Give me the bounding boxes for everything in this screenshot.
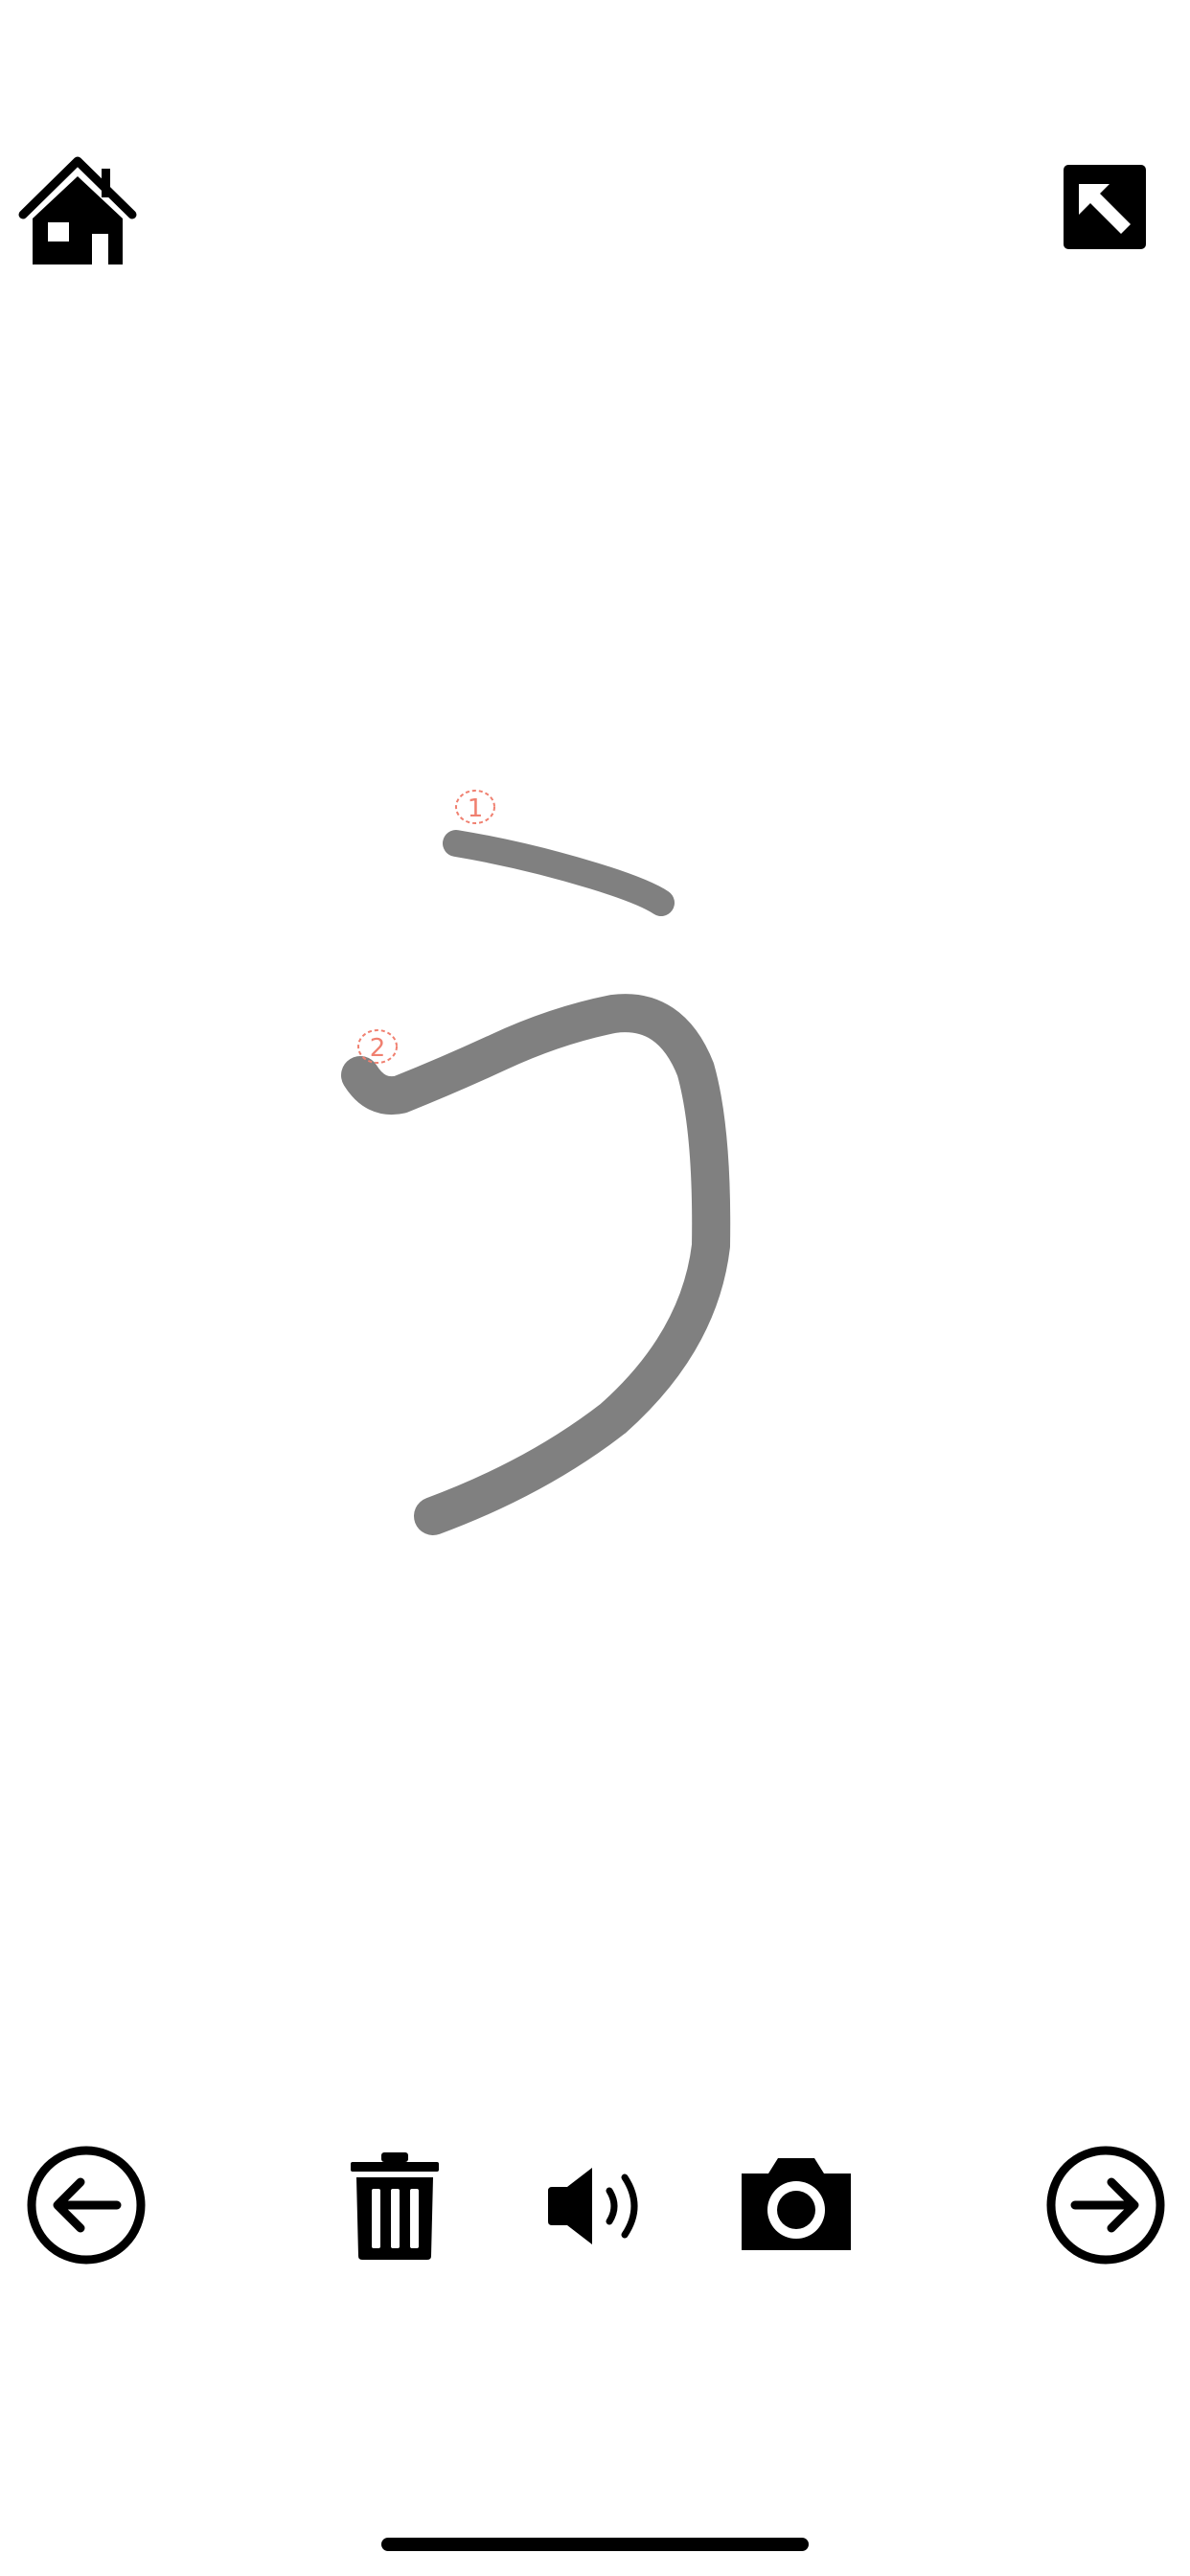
character-canvas[interactable]: 1 2 <box>0 288 1190 2108</box>
home-button[interactable] <box>17 151 138 266</box>
arrow-left-circle-icon <box>27 2146 146 2265</box>
camera-button[interactable] <box>736 2154 857 2254</box>
home-indicator[interactable] <box>381 2538 809 2551</box>
expand-arrow-icon <box>1064 165 1146 249</box>
clear-button[interactable] <box>347 2150 443 2262</box>
stroke-2 <box>341 994 731 1535</box>
kana-u-strokes: 1 2 <box>341 790 731 1535</box>
next-button[interactable] <box>1044 2144 1167 2266</box>
sound-button[interactable] <box>544 2162 648 2250</box>
home-icon <box>18 156 137 264</box>
trash-icon <box>351 2152 439 2260</box>
speaker-icon <box>548 2168 638 2244</box>
arrow-right-circle-icon <box>1046 2146 1165 2265</box>
stroke-2-number: 2 <box>370 1034 386 1063</box>
stroke-1-number: 1 <box>468 794 484 823</box>
camera-icon <box>742 2158 851 2250</box>
stroke-1 <box>443 830 675 916</box>
expand-button[interactable] <box>1062 163 1148 251</box>
previous-button[interactable] <box>25 2144 148 2266</box>
